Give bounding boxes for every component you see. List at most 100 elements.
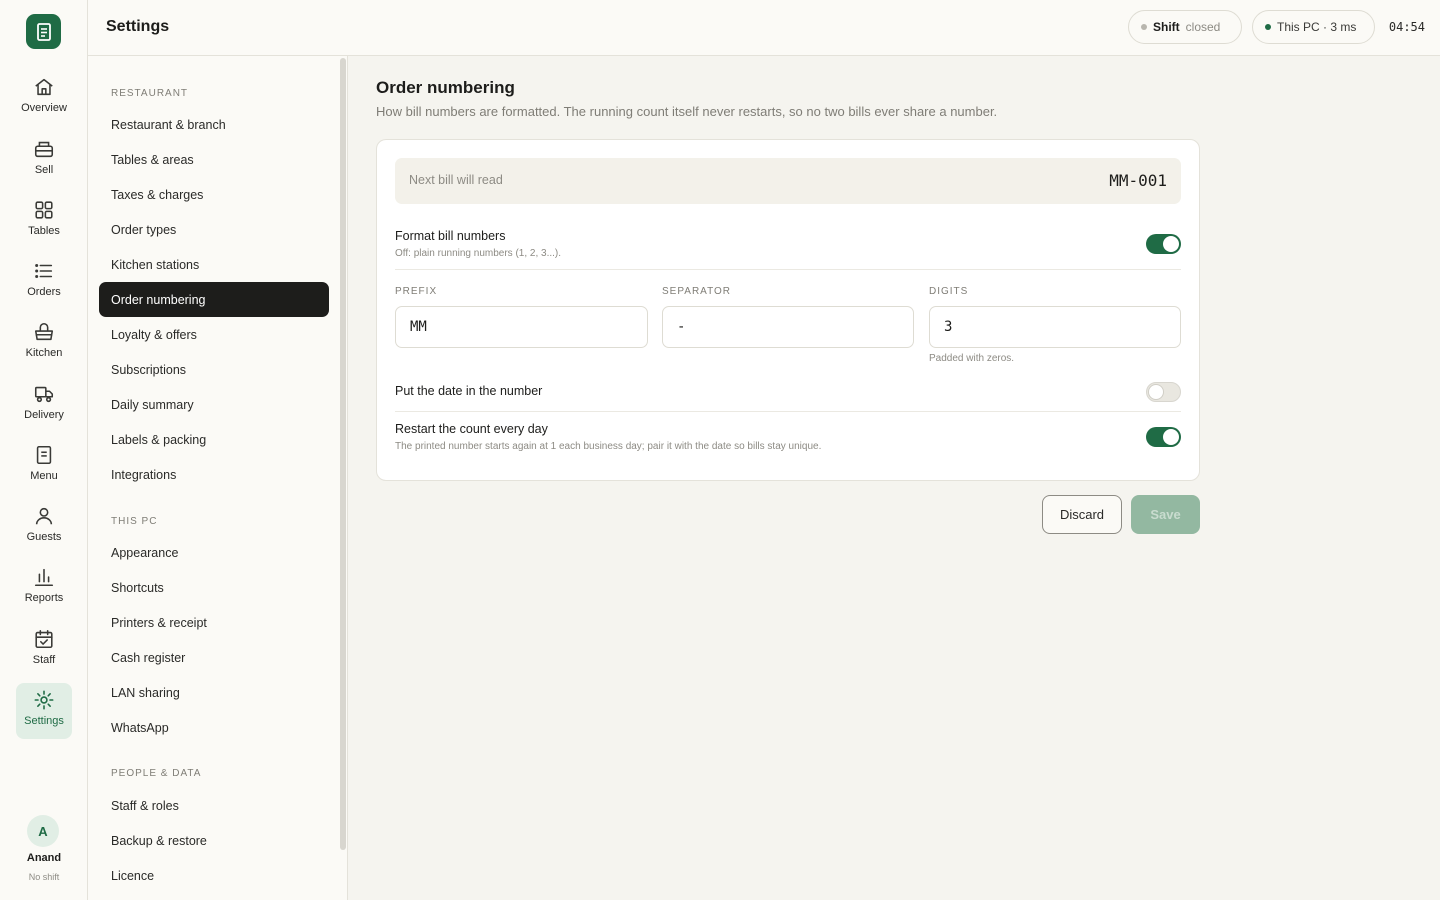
- list-icon: [35, 263, 53, 279]
- shift-label: Shift: [1153, 20, 1180, 34]
- date-toggle-label: Put the date in the number: [395, 384, 543, 398]
- nav-item-appearance[interactable]: Appearance: [99, 535, 329, 570]
- section-title: Order numbering: [376, 78, 515, 97]
- toggle-knob: [1148, 384, 1164, 400]
- nav-item-kitchen-stations[interactable]: Kitchen stations: [99, 247, 329, 282]
- restart-toggle-label: Restart the count every day: [395, 422, 548, 436]
- nav-item-whatsapp[interactable]: WhatsApp: [99, 710, 329, 745]
- prefix-input[interactable]: [395, 306, 648, 348]
- rail-label: Kitchen: [25, 347, 63, 359]
- separator-label: SEPARATOR: [662, 286, 732, 297]
- restart-daily-toggle[interactable]: [1146, 427, 1181, 447]
- gear-icon: [34, 690, 54, 710]
- rail-label: Reports: [24, 592, 64, 604]
- nav-item-order-numbering[interactable]: Order numbering: [99, 282, 329, 317]
- nav-item-restaurant-branch[interactable]: Restaurant & branch: [99, 107, 329, 142]
- nav-item-cash-register[interactable]: Cash register: [99, 640, 329, 675]
- app-rail: Overview Sell Tables Orders Kitchen Deli…: [0, 0, 88, 900]
- bar-chart-icon: [34, 568, 54, 587]
- rail-label: Overview: [21, 102, 67, 114]
- person-icon: [35, 507, 53, 525]
- user-name: Anand: [26, 852, 62, 864]
- clock: 04:54: [1388, 20, 1425, 34]
- prefix-label: PREFIX: [395, 286, 438, 297]
- settings-nav: RESTAURANT Restaurant & branch Tables & …: [88, 56, 348, 900]
- pc-status-pill[interactable]: This PC · 3 ms: [1252, 10, 1375, 44]
- nav-item-integrations[interactable]: Integrations: [99, 457, 329, 492]
- rail-item-tables[interactable]: Tables: [16, 193, 72, 249]
- save-button[interactable]: Save: [1131, 495, 1200, 534]
- bill-number-preview: Next bill will read MM-001: [395, 158, 1181, 204]
- home-icon: [35, 78, 53, 96]
- app-logo[interactable]: [26, 14, 61, 49]
- digits-input[interactable]: [929, 306, 1181, 348]
- shift-status-pill[interactable]: Shift closed: [1128, 10, 1242, 44]
- rail-label: Delivery: [24, 409, 64, 421]
- nav-item-licence[interactable]: Licence: [99, 858, 329, 893]
- rail-label: Menu: [30, 470, 58, 482]
- nav-item-shortcuts[interactable]: Shortcuts: [99, 570, 329, 605]
- rail-item-guests[interactable]: Guests: [16, 499, 72, 555]
- nav-item-labels-packing[interactable]: Labels & packing: [99, 422, 329, 457]
- nav-item-order-types[interactable]: Order types: [99, 212, 329, 247]
- divider: [395, 269, 1181, 270]
- rail-item-menu[interactable]: Menu: [16, 438, 72, 494]
- grid-icon: [35, 201, 53, 219]
- format-toggle-label: Format bill numbers: [395, 229, 506, 243]
- rail-item-kitchen[interactable]: Kitchen: [16, 315, 72, 371]
- rail-label: Staff: [32, 654, 56, 666]
- nav-section-title: THIS PC: [111, 516, 158, 527]
- calendar-check-icon: [35, 629, 53, 649]
- preview-label: Next bill will read: [409, 173, 503, 187]
- user-shift-status: No shift: [28, 872, 60, 882]
- nav-section-title: PEOPLE & DATA: [111, 768, 202, 779]
- section-description: How bill numbers are formatted. The runn…: [376, 104, 998, 119]
- nav-item-staff-roles[interactable]: Staff & roles: [99, 788, 329, 823]
- preview-value: MM-001: [1109, 171, 1167, 190]
- pc-status: This PC · 3 ms: [1277, 20, 1357, 34]
- receipt-icon: [36, 22, 51, 41]
- rail-item-overview[interactable]: Overview: [16, 70, 72, 126]
- basket-icon: [34, 322, 54, 341]
- nav-item-backup-restore[interactable]: Backup & restore: [99, 823, 329, 858]
- restart-toggle-hint: The printed number starts again at 1 eac…: [395, 441, 822, 452]
- toggle-knob: [1163, 236, 1179, 252]
- nav-section-title: RESTAURANT: [111, 88, 189, 99]
- top-bar: Settings Shift closed This PC · 3 ms 04:…: [88, 0, 1440, 56]
- truck-icon: [34, 386, 54, 403]
- nav-item-tables-areas[interactable]: Tables & areas: [99, 142, 329, 177]
- document-icon: [36, 445, 52, 465]
- nav-item-loyalty-offers[interactable]: Loyalty & offers: [99, 317, 329, 352]
- digits-hint: Padded with zeros.: [929, 353, 1015, 364]
- register-icon: [34, 141, 54, 158]
- rail-item-settings[interactable]: Settings: [16, 683, 72, 739]
- divider: [395, 411, 1181, 412]
- avatar[interactable]: A: [27, 815, 59, 847]
- rail-label: Settings: [24, 715, 64, 727]
- rail-item-delivery[interactable]: Delivery: [16, 377, 72, 433]
- page-title: Settings: [106, 18, 170, 35]
- rail-item-orders[interactable]: Orders: [16, 254, 72, 310]
- discard-button[interactable]: Discard: [1042, 495, 1122, 534]
- shift-state: closed: [1185, 20, 1221, 34]
- nav-item-taxes-charges[interactable]: Taxes & charges: [99, 177, 329, 212]
- nav-scrollbar[interactable]: [340, 58, 346, 850]
- rail-label: Tables: [28, 225, 60, 237]
- digits-label: DIGITS: [929, 286, 969, 297]
- nav-item-printers-receipt[interactable]: Printers & receipt: [99, 605, 329, 640]
- rail-item-reports[interactable]: Reports: [16, 560, 72, 616]
- rail-label: Orders: [27, 286, 61, 298]
- separator-input[interactable]: [662, 306, 914, 348]
- rail-item-staff[interactable]: Staff: [16, 622, 72, 678]
- format-bill-numbers-toggle[interactable]: [1146, 234, 1181, 254]
- rail-label: Sell: [34, 164, 54, 176]
- nav-item-lan-sharing[interactable]: LAN sharing: [99, 675, 329, 710]
- status-dot-icon: [1265, 24, 1271, 30]
- rail-item-sell[interactable]: Sell: [16, 132, 72, 188]
- nav-item-subscriptions[interactable]: Subscriptions: [99, 352, 329, 387]
- rail-label: Guests: [26, 531, 62, 543]
- status-dot-icon: [1141, 24, 1147, 30]
- toggle-knob: [1163, 429, 1179, 445]
- nav-item-daily-summary[interactable]: Daily summary: [99, 387, 329, 422]
- date-in-number-toggle[interactable]: [1146, 382, 1181, 402]
